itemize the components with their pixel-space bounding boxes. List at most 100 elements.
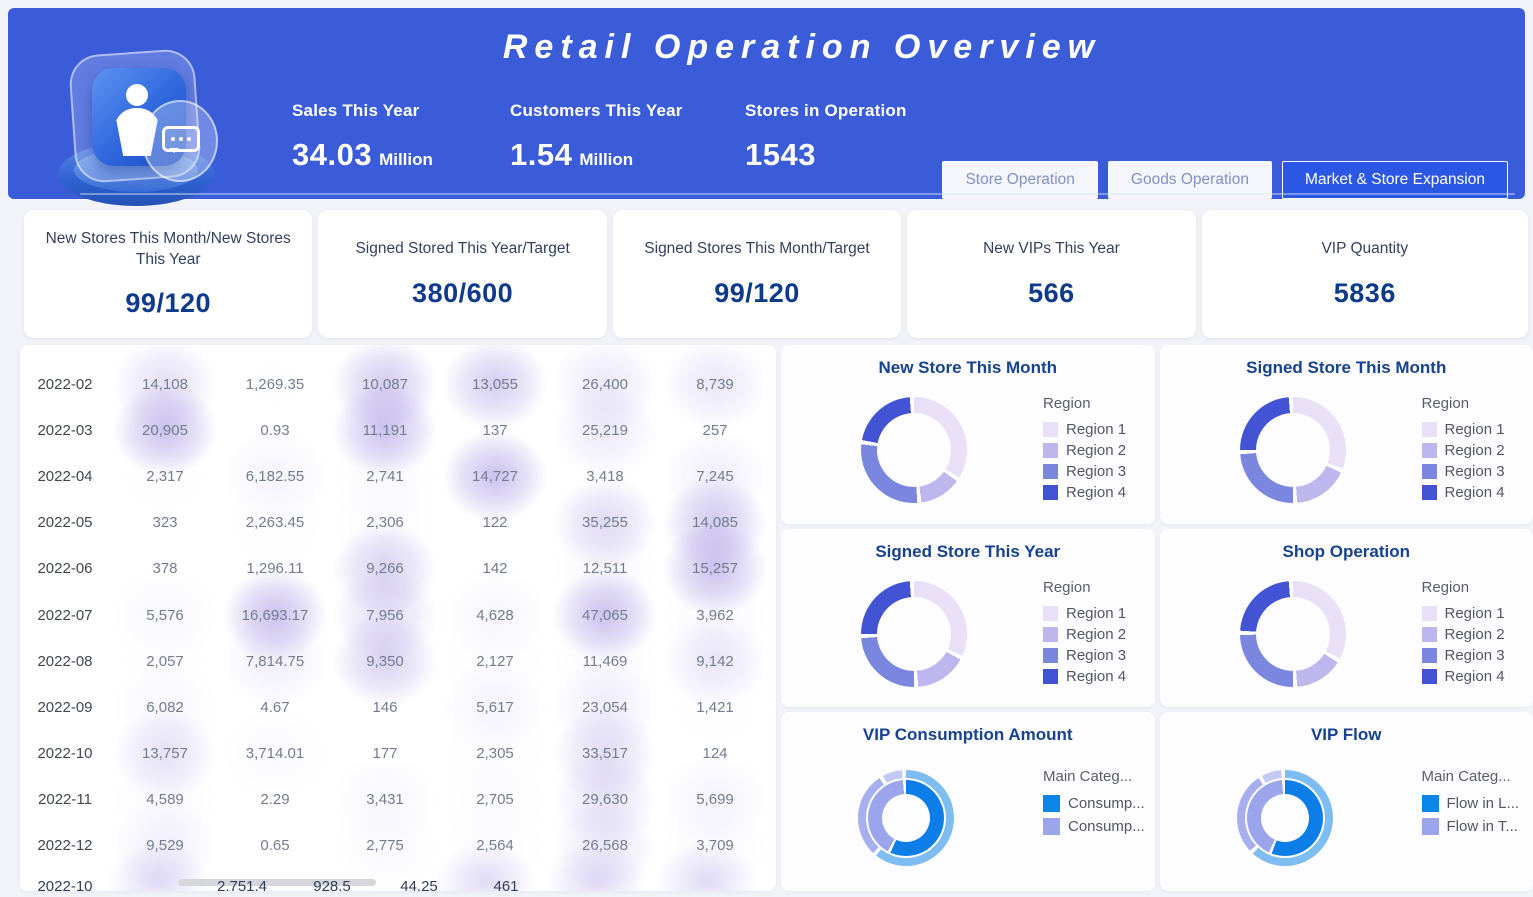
donut-chart[interactable] [1240,397,1346,503]
donut-chart[interactable] [861,581,967,687]
table-value-cell[interactable]: 7,956 [330,607,440,624]
table-value-cell[interactable]: 7,245 [660,468,770,485]
table-row[interactable]: 2022-0214,1081,269.3510,08713,05526,4008… [20,361,776,407]
table-value-cell[interactable]: 6,182.55 [220,468,330,485]
table-value-cell[interactable]: 9,142 [660,653,770,670]
table-value-cell[interactable]: 3,431 [330,791,440,808]
table-value-cell[interactable]: 13,757 [110,745,220,762]
table-value-cell[interactable]: 1,421 [660,699,770,716]
table-value-cell[interactable]: 2,741 [330,468,440,485]
table-row[interactable]: 2022-042,3176,182.552,74114,7273,4187,24… [20,453,776,499]
legend-item-region-1[interactable]: Region 1 [1043,603,1126,624]
table-row[interactable]: 2022-082,0577,814.759,3502,12711,4699,14… [20,638,776,684]
table-value-cell[interactable]: 26,568 [550,837,660,854]
table-value-cell[interactable]: 1,296.11 [220,560,330,577]
table-value-cell[interactable]: 11,191 [330,422,440,439]
table-value-cell[interactable]: 2,775 [330,837,440,854]
table-value-cell[interactable]: 9,266 [330,560,440,577]
table-value-cell[interactable]: 33,517 [550,745,660,762]
legend-item-region-1[interactable]: Region 1 [1043,419,1126,440]
table-row[interactable]: 2022-1013,7573,714.011772,30533,517124 [20,731,776,777]
table-value-cell[interactable]: 142 [440,560,550,577]
table-value-cell[interactable]: 2,305 [440,745,550,762]
legend-item-region-3[interactable]: Region 3 [1043,461,1126,482]
legend-item-region-2[interactable]: Region 2 [1043,440,1126,461]
table-value-cell[interactable]: 2,564 [440,837,550,854]
table-value-cell[interactable]: 4.67 [220,699,330,716]
table-value-cell[interactable]: 0.93 [220,422,330,439]
table-value-cell[interactable]: 2,705 [440,791,550,808]
legend-item-region-4[interactable]: Region 4 [1043,666,1126,687]
double-donut-chart[interactable] [1237,770,1333,866]
table-value-cell[interactable]: 3,418 [550,468,660,485]
legend-item-region-1[interactable]: Region 1 [1422,419,1505,440]
table-value-cell[interactable]: 323 [110,514,220,531]
table-value-cell[interactable]: 137 [440,422,550,439]
table-value-cell[interactable]: 146 [330,699,440,716]
table-value-cell[interactable]: 0.65 [220,837,330,854]
table-value-cell[interactable]: 47,065 [550,607,660,624]
table-value-cell[interactable]: 257 [660,422,770,439]
table-value-cell[interactable]: 124 [660,745,770,762]
table-value-cell[interactable]: 25,219 [550,422,660,439]
table-value-cell[interactable]: 14,085 [660,514,770,531]
legend-item-region-3[interactable]: Region 3 [1043,645,1126,666]
table-value-cell[interactable]: 5,576 [110,607,220,624]
legend-item-region-3[interactable]: Region 3 [1422,645,1505,666]
table-value-cell[interactable]: 14,727 [440,468,550,485]
table-value-cell[interactable]: 3,962 [660,607,770,624]
table-value-cell[interactable]: 2,317 [110,468,220,485]
table-value-cell[interactable]: 5,617 [440,699,550,716]
legend-item-region-4[interactable]: Region 4 [1422,482,1505,503]
donut-chart[interactable] [1240,581,1346,687]
table-value-cell[interactable]: 378 [110,560,220,577]
table-value-cell[interactable]: 13,055 [440,376,550,393]
table-value-cell[interactable]: 177 [330,745,440,762]
legend-item-region-4[interactable]: Region 4 [1422,666,1505,687]
table-value-cell[interactable]: 29,630 [550,791,660,808]
legend-item-region-2[interactable]: Region 2 [1422,624,1505,645]
table-value-cell[interactable]: 2,306 [330,514,440,531]
table-value-cell[interactable]: 26,400 [550,376,660,393]
table-value-cell[interactable]: 9,350 [330,653,440,670]
table-row[interactable]: 2022-129,5290.652,7752,56426,5683,709 [20,823,776,869]
legend-item-region-1[interactable]: Region 1 [1422,603,1505,624]
table-value-cell[interactable]: 35,255 [550,514,660,531]
legend-item-region-4[interactable]: Region 4 [1043,482,1126,503]
legend-item-region-3[interactable]: Region 3 [1422,461,1505,482]
table-value-cell[interactable]: 2,263.45 [220,514,330,531]
table-value-cell[interactable]: 12,511 [550,560,660,577]
table-value-cell[interactable]: 2.29 [220,791,330,808]
table-row[interactable]: 2022-096,0824.671465,61723,0541,421 [20,684,776,730]
table-row[interactable]: 2022-0320,9050.9311,19113725,219257 [20,407,776,453]
table-value-cell[interactable]: 122 [440,514,550,531]
table-row[interactable]: 2022-114,5892.293,4312,70529,6305,699 [20,777,776,823]
table-value-cell[interactable]: 9,529 [110,837,220,854]
table-row[interactable]: 2022-063781,296.119,26614212,51115,257 [20,546,776,592]
table-value-cell[interactable]: 1,269.35 [220,376,330,393]
table-value-cell[interactable]: 2,057 [110,653,220,670]
legend-item-region-2[interactable]: Region 2 [1043,624,1126,645]
table-value-cell[interactable]: 14,108 [110,376,220,393]
table-value-cell[interactable]: 3,709 [660,837,770,854]
table-value-cell[interactable]: 5,699 [660,791,770,808]
table-value-cell[interactable]: 10,087 [330,376,440,393]
table-row[interactable]: 2022-075,57616,693.177,9564,62847,0653,9… [20,592,776,638]
table-value-cell[interactable]: 4,628 [440,607,550,624]
table-value-cell[interactable]: 8,739 [660,376,770,393]
donut-chart[interactable] [861,397,967,503]
double-donut-chart[interactable] [858,770,954,866]
legend-item-region-2[interactable]: Region 2 [1422,440,1505,461]
legend-item-consump[interactable]: Consump... [1043,792,1145,815]
legend-item-consump[interactable]: Consump... [1043,815,1145,838]
table-value-cell[interactable]: 20,905 [110,422,220,439]
table-value-cell[interactable]: 2,127 [440,653,550,670]
table-value-cell[interactable]: 16,693.17 [220,607,330,624]
table-value-cell[interactable]: 6,082 [110,699,220,716]
table-value-cell[interactable]: 23,054 [550,699,660,716]
table-value-cell[interactable]: 3,714.01 [220,745,330,762]
table-row[interactable]: 2022-053232,263.452,30612235,25514,085 [20,500,776,546]
table-value-cell[interactable]: 7,814.75 [220,653,330,670]
legend-item-flow-in-t[interactable]: Flow in T... [1422,815,1520,838]
legend-item-flow-in-l[interactable]: Flow in L... [1422,792,1520,815]
